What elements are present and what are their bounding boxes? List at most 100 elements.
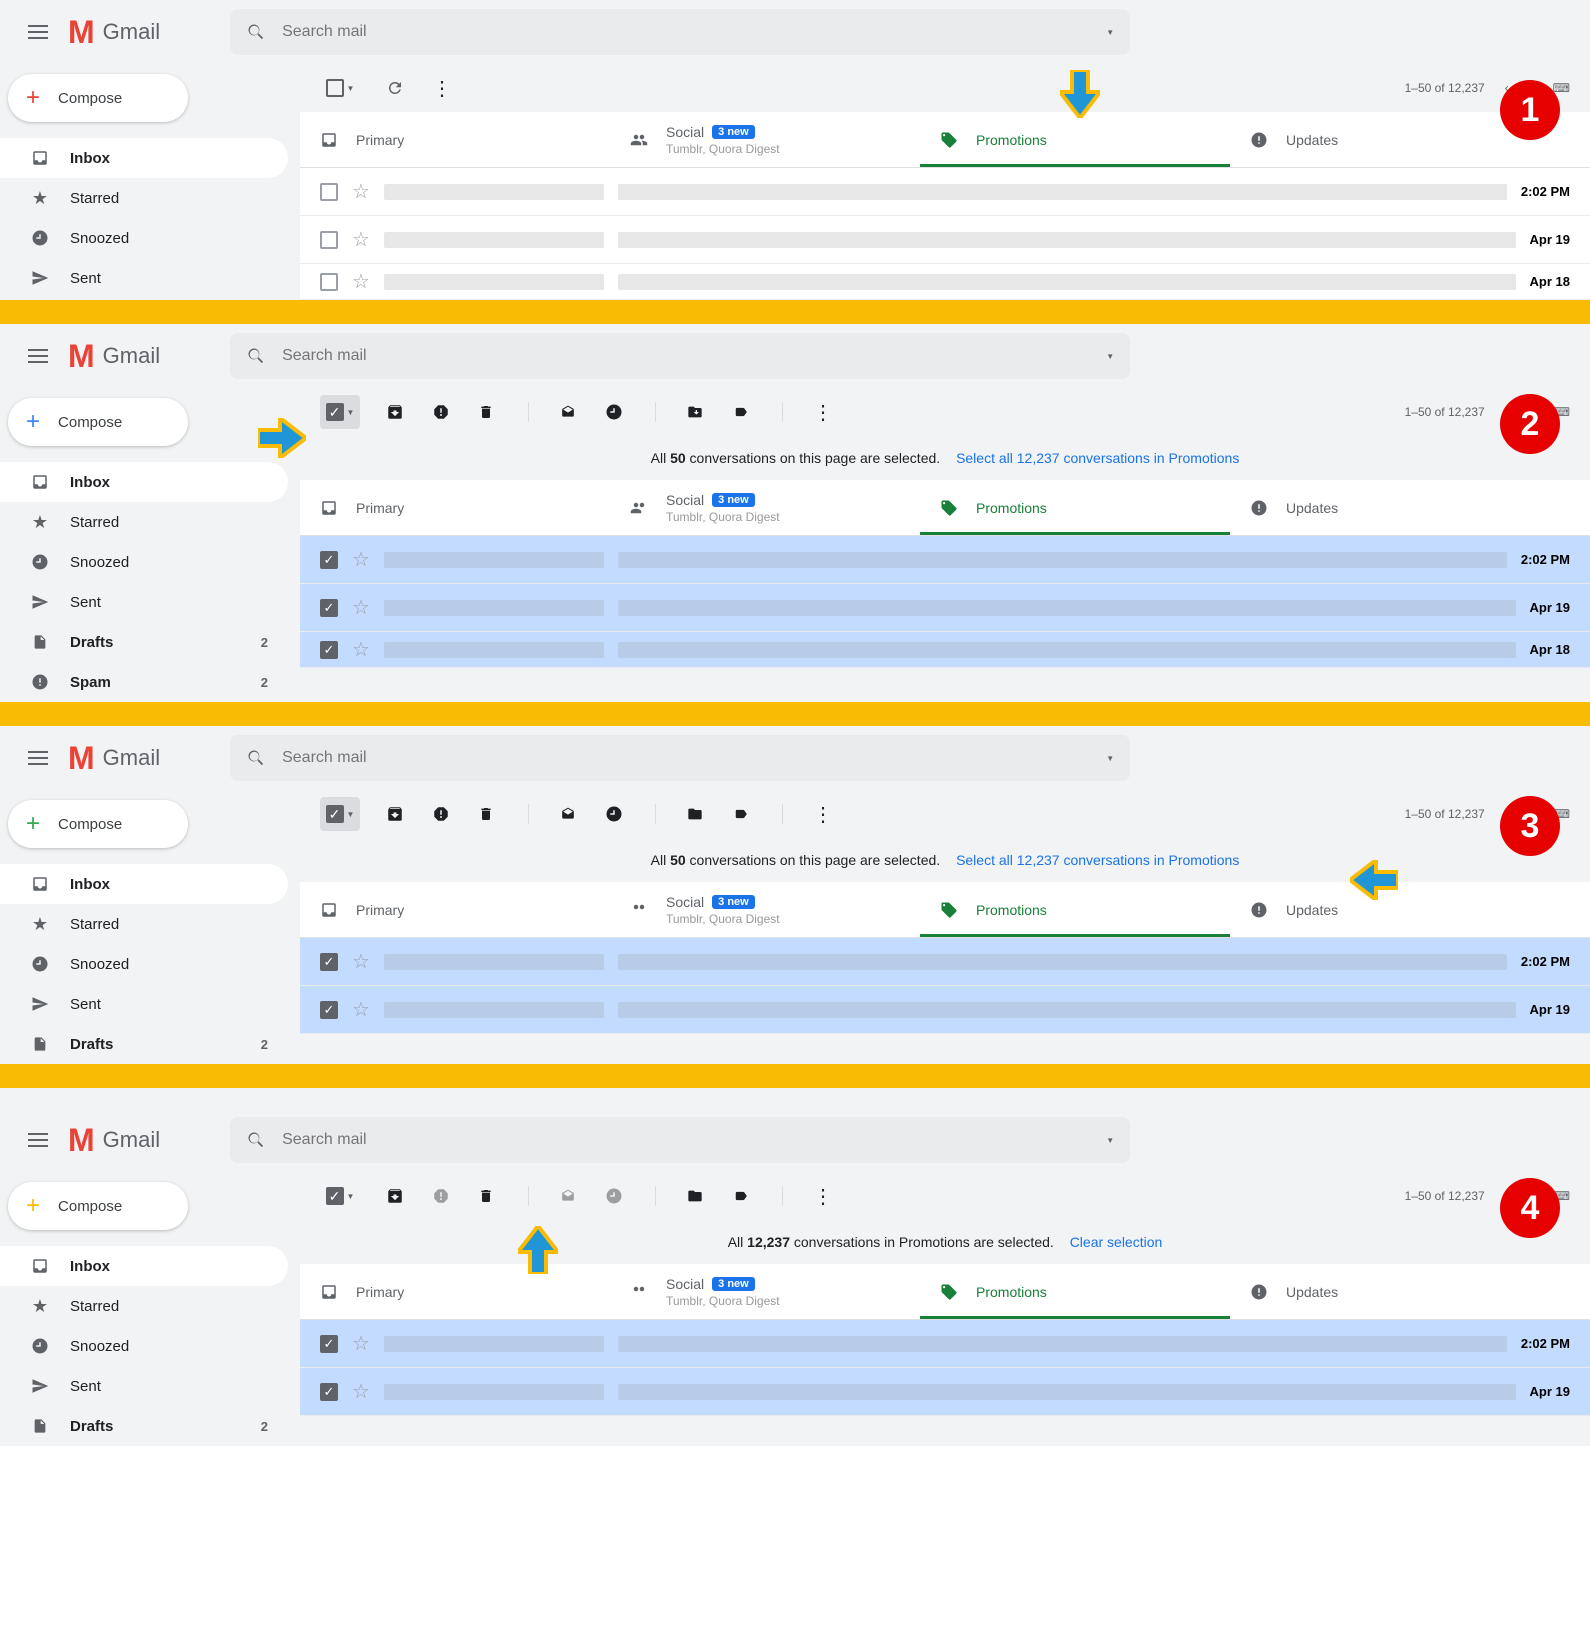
delete-icon[interactable] (478, 805, 498, 823)
report-spam-icon[interactable] (432, 403, 452, 421)
row-checkbox[interactable] (320, 273, 338, 291)
row-star-icon[interactable]: ☆ (352, 269, 370, 294)
snooze-icon[interactable] (605, 1187, 625, 1205)
sidebar-item-sent[interactable]: Sent (0, 582, 288, 622)
tab-promotions[interactable]: Promotions (920, 480, 1230, 535)
label-icon[interactable] (732, 807, 752, 821)
tab-primary[interactable]: Primary (300, 112, 610, 167)
tab-updates[interactable]: Updates (1230, 112, 1540, 167)
tab-social[interactable]: Social3 newTumblr, Quora Digest (610, 480, 920, 535)
move-to-icon[interactable] (686, 806, 706, 822)
mail-row[interactable]: ✓☆2:02 PM (300, 536, 1590, 584)
sidebar-item-spam[interactable]: Spam2 (0, 662, 288, 702)
gmail-logo[interactable]: MGmail (68, 740, 160, 777)
sidebar-item-drafts[interactable]: Drafts2 (0, 1024, 288, 1064)
menu-icon[interactable] (16, 337, 60, 375)
compose-button[interactable]: +Compose (8, 1182, 188, 1230)
sidebar-item-snoozed[interactable]: Snoozed (0, 944, 288, 984)
search-input[interactable] (266, 749, 1106, 767)
row-star-icon[interactable]: ☆ (352, 997, 370, 1022)
search-input[interactable] (266, 1131, 1106, 1149)
compose-button[interactable]: +Compose (8, 800, 188, 848)
search-dropdown-icon[interactable]: ▼ (1106, 754, 1114, 763)
tab-social[interactable]: Social3 newTumblr, Quora Digest (610, 1264, 920, 1319)
delete-icon[interactable] (478, 1187, 498, 1205)
select-all-checkbox[interactable]: ▼ (320, 71, 360, 105)
sidebar-item-inbox[interactable]: Inbox (0, 138, 288, 178)
sidebar-item-drafts[interactable]: Drafts2 (0, 1406, 288, 1446)
row-checkbox[interactable]: ✓ (320, 1383, 338, 1401)
row-star-icon[interactable]: ☆ (352, 949, 370, 974)
refresh-icon[interactable] (386, 79, 406, 97)
gmail-logo[interactable]: M Gmail (68, 14, 160, 51)
search-input[interactable] (266, 347, 1106, 365)
mark-read-icon[interactable] (559, 405, 579, 419)
mail-row[interactable]: ☆2:02 PM (300, 168, 1590, 216)
sidebar-item-snoozed[interactable]: Snoozed (0, 218, 288, 258)
row-star-icon[interactable]: ☆ (352, 547, 370, 572)
label-icon[interactable] (732, 1189, 752, 1203)
menu-icon[interactable] (16, 1121, 60, 1159)
archive-icon[interactable] (386, 805, 406, 823)
sidebar-item-inbox[interactable]: Inbox (0, 1246, 288, 1286)
row-star-icon[interactable]: ☆ (352, 227, 370, 252)
row-star-icon[interactable]: ☆ (352, 637, 370, 662)
row-star-icon[interactable]: ☆ (352, 1379, 370, 1404)
search-dropdown-icon[interactable]: ▼ (1106, 28, 1114, 37)
search-bar[interactable]: ▼ (230, 9, 1130, 55)
mail-row[interactable]: ✓☆2:02 PM (300, 1320, 1590, 1368)
label-icon[interactable] (732, 405, 752, 419)
sidebar-item-snoozed[interactable]: Snoozed (0, 1326, 288, 1366)
search-dropdown-icon[interactable]: ▼ (1106, 352, 1114, 361)
clear-selection-link[interactable]: Clear selection (1070, 1234, 1163, 1250)
more-icon[interactable]: ⋮ (813, 400, 833, 425)
search-bar[interactable]: ▼ (230, 1117, 1130, 1163)
tab-social[interactable]: Social3 newTumblr, Quora Digest (610, 882, 920, 937)
tab-promotions[interactable]: Promotions (920, 882, 1230, 937)
archive-icon[interactable] (386, 403, 406, 421)
mail-row[interactable]: ☆Apr 19 (300, 216, 1590, 264)
row-checkbox[interactable]: ✓ (320, 599, 338, 617)
tab-promotions[interactable]: Promotions (920, 112, 1230, 167)
move-to-icon[interactable] (686, 1188, 706, 1204)
sidebar-item-starred[interactable]: ★Starred (0, 502, 288, 542)
sidebar-item-inbox[interactable]: Inbox (0, 462, 288, 502)
sidebar-item-starred[interactable]: ★Starred (0, 904, 288, 944)
search-bar[interactable]: ▼ (230, 735, 1130, 781)
row-star-icon[interactable]: ☆ (352, 595, 370, 620)
gmail-logo[interactable]: MGmail (68, 338, 160, 375)
menu-icon[interactable] (16, 739, 60, 777)
sidebar-item-sent[interactable]: Sent (0, 1366, 288, 1406)
select-all-checkbox[interactable]: ✓▼ (320, 797, 360, 831)
select-all-checkbox[interactable]: ✓▼ (320, 395, 360, 429)
move-to-icon[interactable] (686, 404, 706, 420)
search-bar[interactable]: ▼ (230, 333, 1130, 379)
sidebar-item-sent[interactable]: Sent (0, 258, 288, 298)
compose-button[interactable]: + Compose (8, 74, 188, 122)
search-dropdown-icon[interactable]: ▼ (1106, 1136, 1114, 1145)
sidebar-item-sent[interactable]: Sent (0, 984, 288, 1024)
row-checkbox[interactable] (320, 183, 338, 201)
mail-row[interactable]: ✓☆2:02 PM (300, 938, 1590, 986)
tab-social[interactable]: Social3 newTumblr, Quora Digest (610, 112, 920, 167)
row-star-icon[interactable]: ☆ (352, 1331, 370, 1356)
tab-updates[interactable]: Updates (1230, 480, 1540, 535)
row-checkbox[interactable] (320, 231, 338, 249)
mail-row[interactable]: ✓☆Apr 18 (300, 632, 1590, 668)
tab-updates[interactable]: Updates (1230, 1264, 1540, 1319)
sidebar-item-starred[interactable]: ★Starred (0, 1286, 288, 1326)
tab-primary[interactable]: Primary (300, 480, 610, 535)
compose-button[interactable]: +Compose (8, 398, 188, 446)
more-icon[interactable]: ⋮ (432, 76, 452, 101)
tab-primary[interactable]: Primary (300, 1264, 610, 1319)
mark-read-icon[interactable] (559, 807, 579, 821)
more-icon[interactable]: ⋮ (813, 802, 833, 827)
snooze-icon[interactable] (605, 403, 625, 421)
archive-icon[interactable] (386, 1187, 406, 1205)
mark-read-icon[interactable] (559, 1189, 579, 1203)
select-all-link[interactable]: Select all 12,237 conversations in Promo… (956, 852, 1239, 868)
row-star-icon[interactable]: ☆ (352, 179, 370, 204)
tab-promotions[interactable]: Promotions (920, 1264, 1230, 1319)
report-spam-icon[interactable] (432, 1187, 452, 1205)
menu-icon[interactable] (16, 13, 60, 51)
